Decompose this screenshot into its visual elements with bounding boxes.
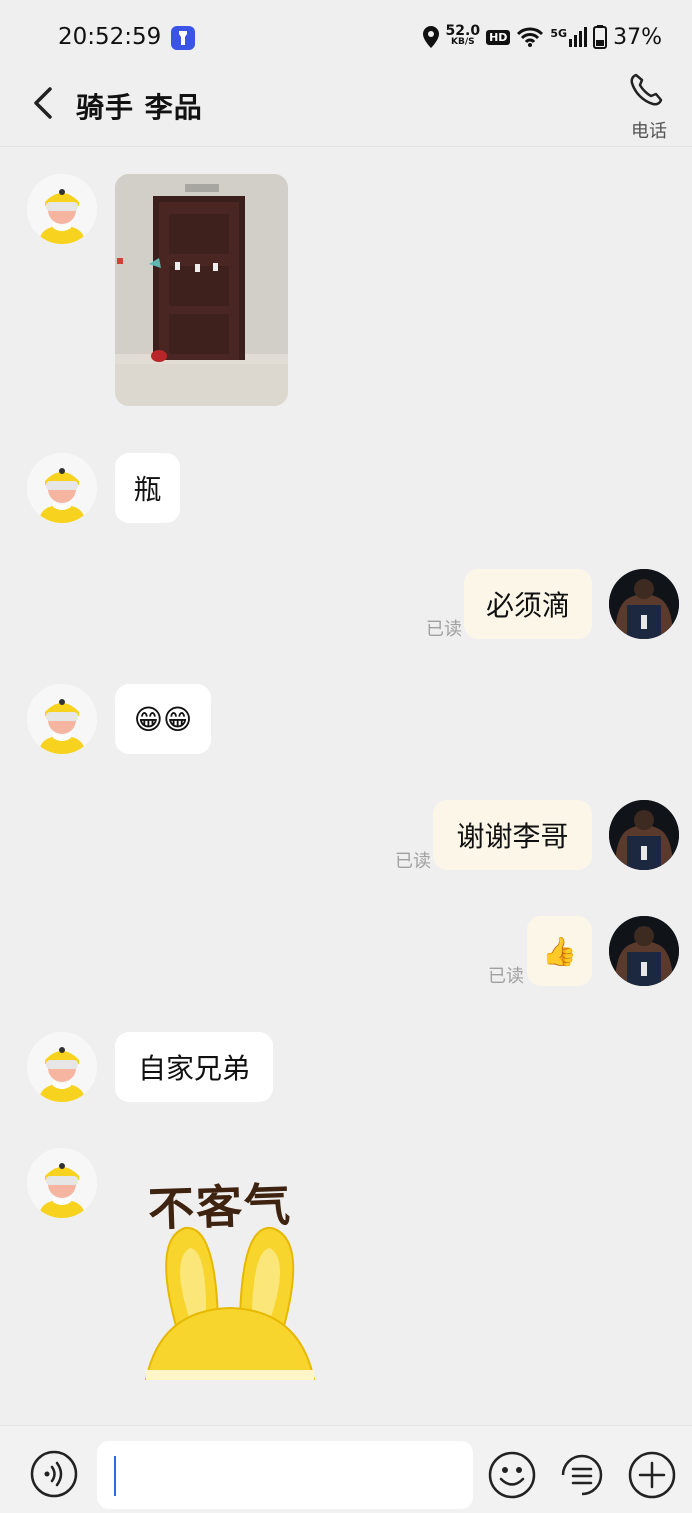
rider-avatar[interactable] <box>27 453 97 523</box>
battery-percent: 37% <box>613 24 662 50</box>
phone-icon <box>630 73 663 106</box>
my-avatar[interactable] <box>609 916 679 986</box>
emoji-message-bubble[interactable]: 😁😁 <box>115 684 211 754</box>
voice-input-icon[interactable] <box>30 1450 78 1498</box>
my-avatar[interactable] <box>609 569 679 639</box>
my-avatar-icon <box>609 800 679 870</box>
read-status: 已读 <box>488 966 524 987</box>
grinning-emoji-icon: 😁😁 <box>133 702 193 736</box>
rider-avatar[interactable] <box>27 684 97 754</box>
my-avatar-icon <box>609 569 679 639</box>
rider-avatar-icon <box>27 684 97 754</box>
message-text: 谢谢李哥 <box>456 820 569 853</box>
message-bubble-outgoing[interactable]: 谢谢李哥 <box>433 800 592 870</box>
rider-avatar-icon <box>27 174 97 244</box>
rider-avatar[interactable] <box>27 1148 97 1218</box>
emoji-icon[interactable] <box>487 1450 537 1500</box>
door-photo-image <box>115 174 288 406</box>
message-bubble-outgoing[interactable]: 必须滴 <box>464 569 592 639</box>
read-status: 已读 <box>426 619 462 640</box>
battery-icon <box>593 25 608 49</box>
hd-badge: HD <box>486 29 511 45</box>
call-button[interactable]: 电话 <box>614 72 674 142</box>
status-icons: 52.0 KB/S HD 5G 37% <box>422 22 662 52</box>
net-speed: 52.0 KB/S <box>445 23 481 47</box>
input-bar <box>0 1425 692 1513</box>
read-status: 已读 <box>395 851 431 872</box>
my-avatar-icon <box>609 916 679 986</box>
back-arrow-icon[interactable] <box>30 86 58 120</box>
rider-avatar[interactable] <box>27 1032 97 1102</box>
bunny-ears-sticker-icon <box>144 1226 316 1380</box>
status-time: 20:52:59 <box>58 24 162 50</box>
wifi-icon <box>517 27 544 47</box>
call-label: 电话 <box>631 121 667 142</box>
message-input[interactable] <box>97 1441 473 1509</box>
message-bubble-incoming[interactable]: 瓶 <box>115 453 180 523</box>
quick-reply-icon[interactable] <box>557 1450 607 1500</box>
message-text: 必须滴 <box>485 589 570 622</box>
status-bar: 20:52:59 52.0 KB/S HD 5G 37% <box>0 0 692 72</box>
message-text: 瓶 <box>133 473 162 506</box>
text-caret <box>114 1456 116 1496</box>
signal-5g-icon: 5G <box>550 27 588 47</box>
chat-title: 骑手 李品 <box>76 91 203 124</box>
message-bubble-incoming[interactable]: 自家兄弟 <box>115 1032 273 1102</box>
location-icon <box>422 26 439 48</box>
my-avatar[interactable] <box>609 800 679 870</box>
thumbs-up-icon: 👍 <box>542 934 577 968</box>
rider-avatar-icon <box>27 453 97 523</box>
sticker-message[interactable]: 不客气 <box>140 1165 320 1380</box>
rider-avatar[interactable] <box>27 174 97 244</box>
chat-header: 骑手 李品 电话 <box>0 72 692 147</box>
rider-avatar-icon <box>27 1032 97 1102</box>
emoji-message-bubble[interactable]: 👍 <box>527 916 592 986</box>
flashlight-notification-icon <box>171 26 195 50</box>
message-text: 自家兄弟 <box>137 1052 250 1085</box>
plus-icon[interactable] <box>627 1450 677 1500</box>
image-message-door-photo[interactable] <box>115 174 288 406</box>
rider-avatar-icon <box>27 1148 97 1218</box>
